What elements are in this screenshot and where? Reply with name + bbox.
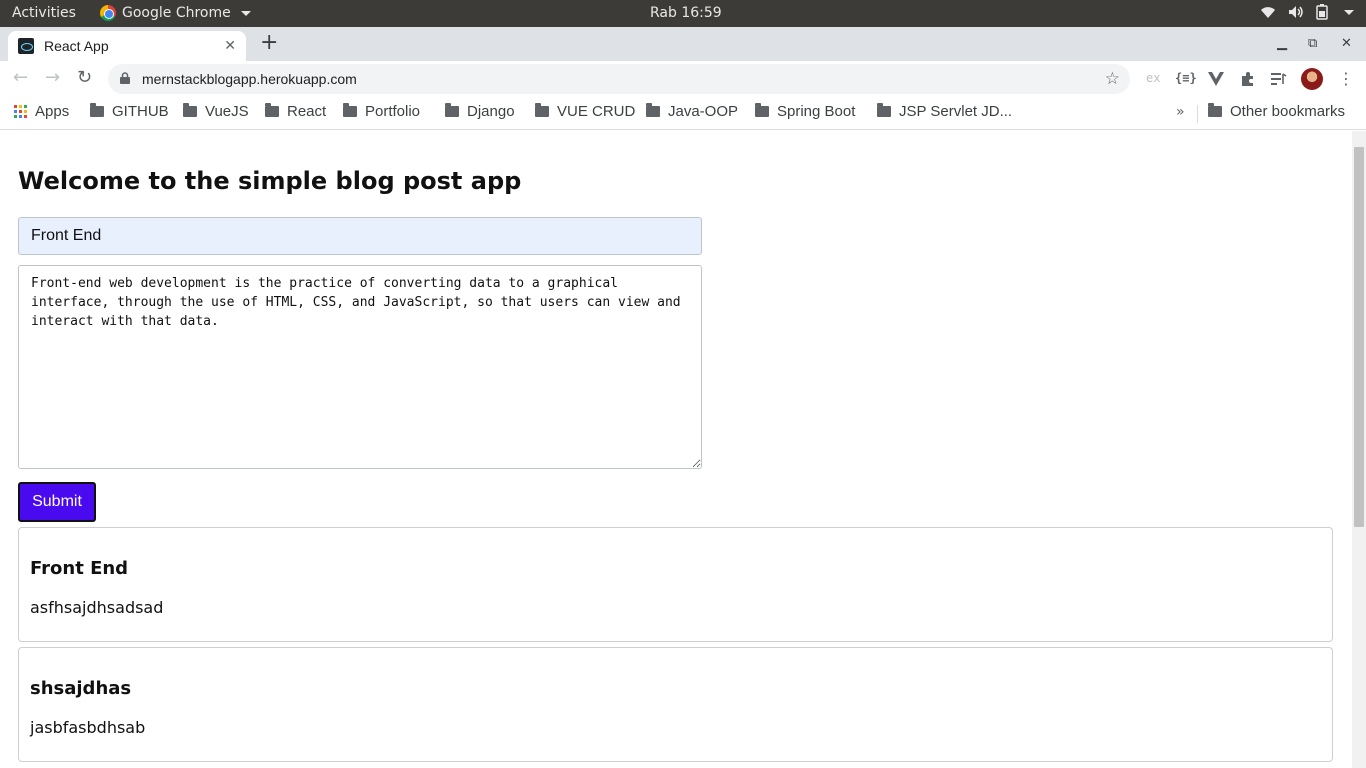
folder-icon [535, 103, 549, 117]
tab-strip: React App ✕ + ▁ ⧉ ✕ [0, 27, 1366, 61]
forward-button-icon[interactable]: → [45, 69, 60, 87]
minimize-icon[interactable]: ▁ [1277, 36, 1287, 51]
folder-icon [877, 103, 891, 117]
bookmark-vuejs[interactable]: VueJS [183, 103, 249, 120]
browser-toolbar: ← → ↻ mernstackblogapp.herokuapp.com ☆ e… [0, 61, 1366, 97]
system-menu-chevron-icon [1344, 9, 1354, 15]
bookmark-vue-crud[interactable]: VUE CRUD [535, 103, 635, 120]
reload-button-icon[interactable]: ↻ [77, 69, 92, 87]
bookmark-django[interactable]: Django [445, 103, 515, 120]
bookmark-label: VueJS [205, 103, 249, 120]
folder-icon [646, 103, 660, 117]
page-scrollbar[interactable] [1352, 131, 1366, 768]
bookmark-label: Spring Boot [777, 103, 856, 120]
bookmark-label: Other bookmarks [1230, 103, 1346, 120]
bookmark-github[interactable]: GITHUB [90, 103, 169, 120]
folder-icon [1208, 103, 1222, 117]
bookmark-apps[interactable]: Apps [14, 103, 69, 120]
new-tab-button[interactable]: + [260, 32, 278, 54]
folder-icon [343, 103, 357, 117]
bookmarks-divider [1197, 105, 1198, 123]
submit-button[interactable]: Submit [18, 482, 96, 522]
page-content: Welcome to the simple blog post app Fron… [0, 131, 1352, 768]
lock-icon [120, 72, 130, 84]
bookmarks-bar: Apps GITHUB VueJS React Portfolio Django… [0, 97, 1366, 130]
back-button-icon[interactable]: ← [13, 69, 28, 87]
app-menu[interactable]: Google Chrome [100, 5, 251, 21]
more-menu-icon[interactable]: ⋮ [1338, 69, 1354, 88]
folder-icon [755, 103, 769, 117]
system-top-bar: Activities Google Chrome Rab 16:59 [0, 0, 1366, 27]
clock[interactable]: Rab 16:59 [650, 5, 722, 21]
post-title-input[interactable] [18, 217, 702, 255]
post-title: Front End [30, 558, 129, 579]
bookmark-label: JSP Servlet JD... [899, 103, 1013, 120]
post-body: jasbfasbdhsab [30, 718, 146, 737]
folder-icon [90, 103, 104, 117]
profile-avatar[interactable] [1301, 68, 1323, 90]
bookmark-label: React [287, 103, 327, 120]
url-text[interactable]: mernstackblogapp.herokuapp.com [142, 71, 357, 87]
address-bar[interactable]: mernstackblogapp.herokuapp.com ☆ [108, 64, 1130, 94]
bookmark-jsp-servlet[interactable]: JSP Servlet JD... [877, 103, 1012, 120]
post-card: shsajdhas jasbfasbdhsab [18, 647, 1333, 762]
media-queue-icon[interactable] [1271, 72, 1287, 86]
close-window-icon[interactable]: ✕ [1341, 36, 1352, 51]
app-menu-label: Google Chrome [122, 5, 231, 21]
bookmark-label: Java-OOP [668, 103, 739, 120]
bookmark-react[interactable]: React [265, 103, 326, 120]
folder-icon [265, 103, 279, 117]
battery-icon [1316, 4, 1328, 20]
folder-icon [445, 103, 459, 117]
bookmark-label: GITHUB [112, 103, 169, 120]
chevron-down-icon [240, 10, 251, 16]
tab-title: React App [44, 38, 109, 54]
bookmark-spring-boot[interactable]: Spring Boot [755, 103, 855, 120]
bookmark-label: Portfolio [365, 103, 421, 120]
tab-react-app[interactable]: React App ✕ [8, 31, 246, 61]
post-body-textarea[interactable]: Front-end web development is the practic… [18, 265, 702, 469]
more-bookmarks-chevron-icon[interactable]: » [1176, 104, 1185, 120]
restore-icon[interactable]: ⧉ [1308, 36, 1317, 51]
extension-ex-icon[interactable]: ex [1146, 71, 1160, 85]
wifi-icon [1261, 7, 1275, 18]
scrollbar-thumb[interactable] [1354, 147, 1364, 527]
json-viewer-extension-icon[interactable]: {≡} [1175, 71, 1197, 85]
bookmark-label: Apps [35, 103, 70, 120]
system-tray[interactable] [1260, 4, 1354, 20]
activities-button[interactable]: Activities [12, 5, 76, 21]
vue-devtools-icon[interactable] [1208, 72, 1224, 86]
post-title: shsajdhas [30, 678, 132, 699]
post-body: asfhsajdhsadsad [30, 598, 164, 617]
bookmark-java-oop[interactable]: Java-OOP [646, 103, 738, 120]
bookmark-label: Django [467, 103, 515, 120]
bookmark-star-icon[interactable]: ☆ [1105, 69, 1120, 89]
post-card: Front End asfhsajdhsadsad [18, 527, 1333, 642]
bookmark-label: VUE CRUD [557, 103, 636, 120]
folder-icon [183, 103, 197, 117]
page-title: Welcome to the simple blog post app [18, 167, 522, 195]
extensions-puzzle-icon[interactable] [1240, 71, 1256, 87]
bookmark-portfolio[interactable]: Portfolio [343, 103, 420, 120]
bookmark-other[interactable]: Other bookmarks [1208, 103, 1345, 120]
volume-icon [1289, 6, 1303, 18]
react-favicon-icon [18, 38, 34, 54]
chrome-icon [100, 5, 116, 21]
close-tab-icon[interactable]: ✕ [224, 38, 236, 54]
apps-icon [14, 105, 27, 118]
